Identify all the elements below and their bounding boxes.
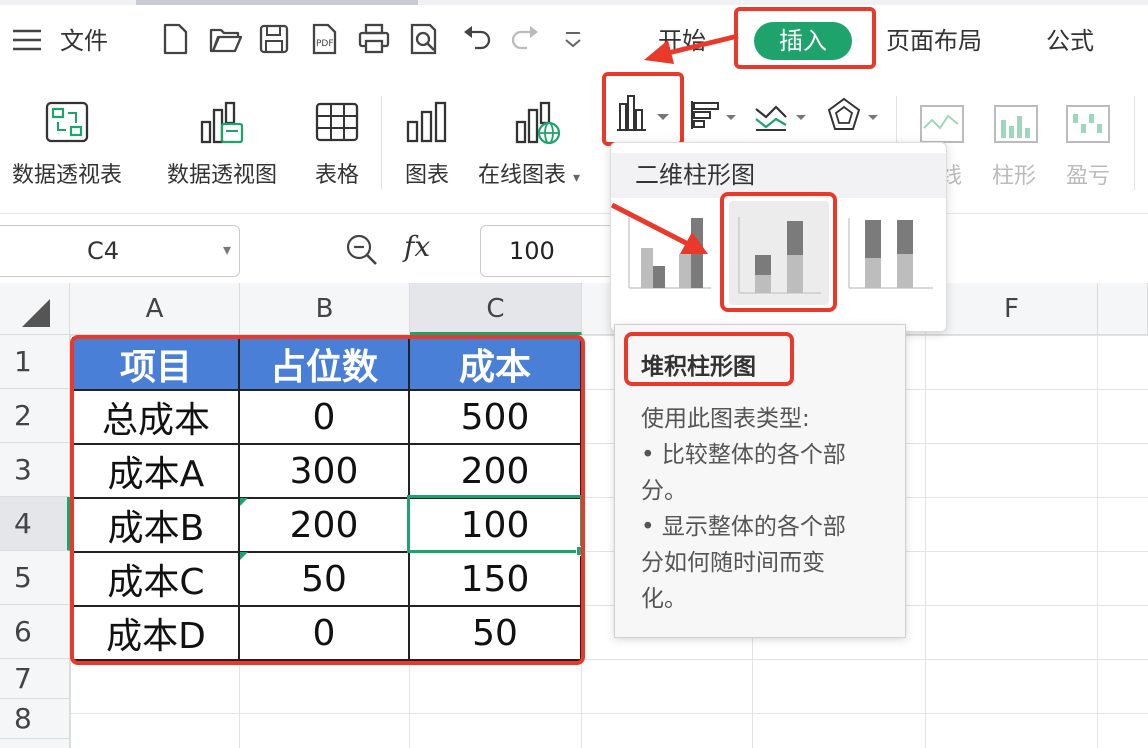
annotation-arrows <box>610 33 739 254</box>
annotation-arrow-to-stacked-option <box>610 202 690 247</box>
annotation-arrowhead <box>644 40 674 64</box>
annotation-arrow-to-column-chart <box>663 33 739 57</box>
